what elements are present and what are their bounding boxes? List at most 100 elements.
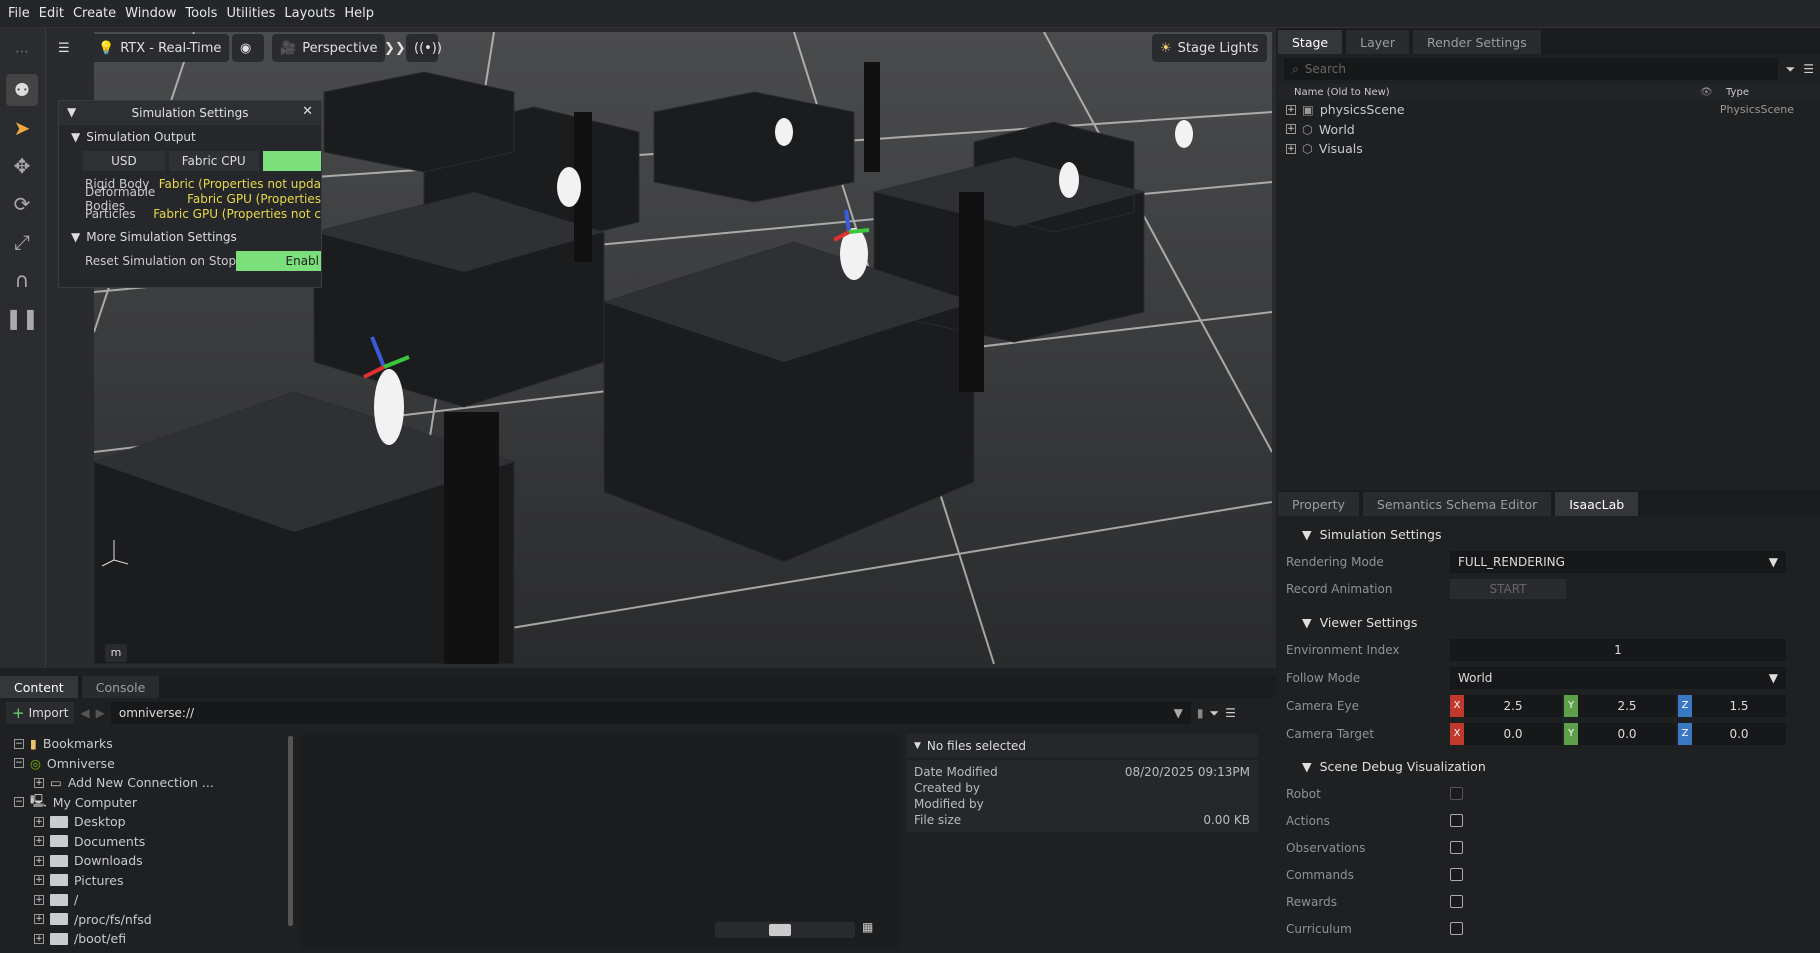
forward-icon[interactable]: ▶ xyxy=(96,706,105,720)
expand-arrow-icon[interactable]: ❯❯ xyxy=(376,34,406,62)
collapse-icon[interactable]: − xyxy=(14,738,24,749)
details-header[interactable]: ▼ No files selected xyxy=(906,734,1258,758)
viewport[interactable]: m ☰ 💡 RTX - Real-Time ◉ 🎥 Perspective ❯❯ (… xyxy=(46,28,1276,668)
magnet-icon[interactable]: ∩ xyxy=(6,264,38,296)
select-arrow-icon[interactable]: ➤ xyxy=(6,112,38,144)
menu-edit[interactable]: Edit xyxy=(39,6,64,21)
sim-output-section[interactable]: ▼ Simulation Output xyxy=(59,125,321,149)
tab-stage[interactable]: Stage xyxy=(1278,30,1343,54)
menu-file[interactable]: File xyxy=(8,6,30,21)
menu-create[interactable]: Create xyxy=(73,6,116,21)
usd-mode-button[interactable]: USD xyxy=(83,151,165,171)
sim-settings-header[interactable]: ▼ Simulation Settings ✕ xyxy=(59,101,321,125)
snap-icon[interactable]: ⚉ xyxy=(6,74,38,106)
tree-item-bookmarks[interactable]: − ▮ Bookmarks xyxy=(6,734,296,754)
tree-item-nfsd[interactable]: + /proc/fs/nfsd xyxy=(6,910,296,930)
visibility-button[interactable]: ◉ xyxy=(232,34,264,62)
collapse-triangle-icon[interactable]: ▼ xyxy=(67,105,76,119)
close-icon[interactable]: ✕ xyxy=(302,104,313,119)
expand-icon[interactable]: + xyxy=(34,777,44,788)
stage-search-input[interactable]: ⌕ Search xyxy=(1284,58,1778,80)
audio-button[interactable]: ((•)) xyxy=(406,34,442,62)
menu-utilities[interactable]: Utilities xyxy=(226,6,275,21)
bookmark-icon[interactable]: ▮ xyxy=(1197,706,1204,720)
more-sim-section[interactable]: ▼ More Simulation Settings xyxy=(59,225,321,249)
camera-eye-y[interactable]: 2.5 xyxy=(1578,695,1676,717)
debug-curriculum-checkbox[interactable] xyxy=(1450,922,1463,935)
collapse-icon[interactable]: − xyxy=(14,797,24,808)
camera-button[interactable]: 🎥 Perspective xyxy=(272,34,386,62)
sim-section-header[interactable]: ▼ Simulation Settings xyxy=(1286,520,1814,548)
fabric-cpu-mode-button[interactable]: Fabric CPU xyxy=(168,151,259,171)
pause-icon[interactable]: ❚❚ xyxy=(5,302,39,334)
debug-section-header[interactable]: ▼ Scene Debug Visualization xyxy=(1286,752,1814,780)
expand-icon[interactable]: + xyxy=(34,914,44,925)
expand-icon[interactable]: + xyxy=(34,875,44,886)
scale-icon[interactable]: ⤢ xyxy=(6,226,38,258)
debug-rewards-checkbox[interactable] xyxy=(1450,895,1463,908)
camera-eye-z[interactable]: 1.5 xyxy=(1692,695,1786,717)
tree-scrollbar[interactable] xyxy=(288,736,293,926)
type-column-header[interactable]: Type xyxy=(1726,87,1749,98)
zoom-slider[interactable] xyxy=(715,922,855,938)
stage-item-world[interactable]: + ⬡ World xyxy=(1278,120,1820,140)
camera-target-x[interactable]: 0.0 xyxy=(1464,723,1562,745)
rendering-mode-dropdown[interactable]: FULL_RENDERING ▼ xyxy=(1450,550,1786,573)
tree-item-root[interactable]: + / xyxy=(6,890,296,910)
viewer-section-header[interactable]: ▼ Viewer Settings xyxy=(1286,608,1814,636)
tree-item-pictures[interactable]: + Pictures xyxy=(6,871,296,891)
debug-commands-checkbox[interactable] xyxy=(1450,868,1463,881)
follow-mode-dropdown[interactable]: World ▼ xyxy=(1450,667,1786,689)
expand-icon[interactable]: + xyxy=(1286,143,1296,154)
reset-sim-toggle[interactable]: Enabl xyxy=(236,251,321,271)
zoom-slider-thumb[interactable] xyxy=(769,924,791,936)
camera-eye-x[interactable]: 2.5 xyxy=(1464,695,1562,717)
tree-item-documents[interactable]: + Documents xyxy=(6,832,296,852)
collapse-icon[interactable]: − xyxy=(14,758,24,769)
expand-icon[interactable]: + xyxy=(34,933,44,944)
menu-icon[interactable]: ☰ xyxy=(1803,62,1814,76)
tab-property[interactable]: Property xyxy=(1278,492,1359,516)
menu-help[interactable]: Help xyxy=(344,6,374,21)
tree-item-add-connection[interactable]: + ▭ Add New Connection ... xyxy=(6,773,296,793)
tab-render-settings[interactable]: Render Settings xyxy=(1412,30,1541,54)
debug-observations-checkbox[interactable] xyxy=(1450,841,1463,854)
rotate-icon[interactable]: ⟳ xyxy=(6,188,38,220)
expand-icon[interactable]: + xyxy=(34,816,44,827)
move-icon[interactable]: ✥ xyxy=(6,150,38,182)
filter-icon[interactable]: ⏷ xyxy=(1786,62,1796,77)
stage-lights-button[interactable]: ☀ Stage Lights xyxy=(1152,34,1267,62)
camera-target-y[interactable]: 0.0 xyxy=(1578,723,1676,745)
menu-window[interactable]: Window xyxy=(125,6,176,21)
tree-item-boot-efi[interactable]: + /boot/efi xyxy=(6,929,296,949)
tab-semantics[interactable]: Semantics Schema Editor xyxy=(1362,492,1552,516)
import-button[interactable]: + Import xyxy=(6,702,75,724)
grid-view-icon[interactable]: ▦ xyxy=(862,920,873,934)
tab-isaaclab[interactable]: IsaacLab xyxy=(1555,492,1639,516)
debug-actions-checkbox[interactable] xyxy=(1450,814,1463,827)
back-icon[interactable]: ◀ xyxy=(80,706,89,720)
fabric-gpu-mode-button[interactable] xyxy=(262,151,321,171)
tree-item-desktop[interactable]: + Desktop xyxy=(6,812,296,832)
stage-item-visuals[interactable]: + ⬡ Visuals xyxy=(1278,139,1820,159)
record-start-button[interactable]: START xyxy=(1450,578,1566,599)
visibility-column-icon[interactable]: 👁 xyxy=(1700,87,1726,98)
expand-icon[interactable]: + xyxy=(1286,124,1296,135)
viewport-settings-button[interactable]: ☰ xyxy=(50,34,82,62)
file-grid[interactable]: ▦ xyxy=(300,734,900,949)
name-column-header[interactable]: Name (Old to New) xyxy=(1294,87,1700,98)
expand-icon[interactable]: + xyxy=(34,855,44,866)
stage-item-physicsscene[interactable]: + ▣ physicsScene PhysicsScene xyxy=(1278,100,1820,120)
tree-item-my-computer[interactable]: − 🖳 My Computer xyxy=(6,793,296,813)
render-mode-button[interactable]: 💡 RTX - Real-Time xyxy=(90,34,230,62)
camera-target-z[interactable]: 0.0 xyxy=(1692,723,1786,745)
tab-console[interactable]: Console xyxy=(81,676,160,698)
dropdown-arrow-icon[interactable]: ▼ xyxy=(1174,706,1183,720)
filter-icon[interactable]: ⏷ xyxy=(1209,706,1219,721)
tab-layer[interactable]: Layer xyxy=(1346,30,1409,54)
expand-icon[interactable]: + xyxy=(34,836,44,847)
expand-icon[interactable]: + xyxy=(34,894,44,905)
tree-item-downloads[interactable]: + Downloads xyxy=(6,851,296,871)
menu-layouts[interactable]: Layouts xyxy=(284,6,335,21)
expand-icon[interactable]: + xyxy=(1286,104,1296,115)
